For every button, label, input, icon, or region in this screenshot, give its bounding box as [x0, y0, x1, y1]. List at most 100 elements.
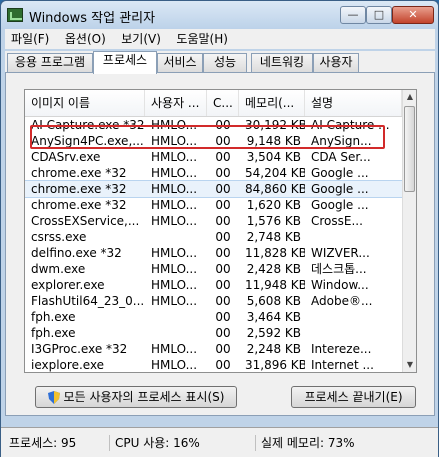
- cell-cpu: 00: [215, 214, 231, 228]
- cell-memory: 2,748 KB: [246, 230, 301, 244]
- cell-memory: 31,896 KB: [245, 358, 305, 372]
- table-row[interactable]: chrome.exe *32 HMLO... 00 84,860 KB Google .…: [25, 180, 403, 198]
- scroll-down-arrow-icon[interactable]: ▼: [403, 358, 416, 372]
- cell-cpu: 00: [215, 150, 231, 164]
- cell-memory: 54,204 KB: [245, 166, 305, 180]
- cell-user: [145, 325, 207, 341]
- cell-image-name: explorer.exe: [31, 278, 105, 292]
- cell-cpu: 00: [215, 166, 231, 180]
- table-row[interactable]: fph.exe 00 3,464 KB: [25, 309, 402, 325]
- table-row[interactable]: CDASrv.exe HMLO... 00 3,504 KB CDA Ser...: [25, 149, 402, 165]
- cell-image-name: delfino.exe *32: [31, 246, 122, 260]
- tab-processes[interactable]: 프로세스: [93, 51, 157, 74]
- column-image-name[interactable]: 이미지 이름: [25, 90, 145, 116]
- table-row[interactable]: dwm.exe HMLO... 00 2,428 KB 데스크톱...: [25, 261, 402, 277]
- cell-description: 데스크톱...: [311, 262, 367, 276]
- cell-description: [305, 229, 402, 245]
- tab-strip: 응용 프로그램 프로세스 서비스 성능 네트워킹 사용자: [5, 51, 435, 74]
- menu-file[interactable]: 파일(F): [5, 29, 55, 49]
- column-user[interactable]: 사용자 ...: [145, 90, 207, 116]
- cell-user: HMLO...: [151, 342, 198, 356]
- task-manager-window: Windows 작업 관리자 — □ ✕ 파일(F) 옵션(O) 보기(V) 도…: [0, 0, 439, 457]
- tab-users[interactable]: 사용자: [313, 53, 359, 72]
- vertical-scrollbar[interactable]: ▲ ▼: [402, 90, 416, 372]
- close-button[interactable]: ✕: [392, 6, 434, 24]
- cell-cpu: 00: [215, 246, 231, 260]
- cell-description: Adobe®...: [311, 294, 373, 308]
- tab-services[interactable]: 서비스: [157, 53, 203, 72]
- cell-user: [145, 309, 207, 325]
- column-memory[interactable]: 메모리(...: [239, 90, 305, 116]
- cell-cpu: 00: [215, 278, 231, 292]
- cell-image-name: fph.exe: [31, 326, 76, 340]
- table-row[interactable]: FlashUtil64_23_0... HMLO... 00 5,608 KB Adob…: [25, 293, 402, 309]
- cell-image-name: dwm.exe: [31, 262, 86, 276]
- cell-memory: 2,248 KB: [246, 342, 301, 356]
- table-row[interactable]: csrss.exe 00 2,748 KB: [25, 229, 402, 245]
- red-highlight-box: [30, 125, 385, 149]
- status-process-count: 프로세스: 95: [5, 435, 110, 451]
- end-process-button[interactable]: 프로세스 끝내기(E): [291, 386, 416, 408]
- cell-image-name: chrome.exe *32: [31, 198, 127, 212]
- table-row[interactable]: delfino.exe *32 HMLO... 00 11,828 KB WIZVER.…: [25, 245, 402, 261]
- cell-user: HMLO...: [151, 246, 198, 260]
- cell-memory: 11,948 KB: [245, 278, 305, 292]
- cell-description: [305, 309, 402, 325]
- show-all-users-processes-button[interactable]: 모든 사용자의 프로세스 표시(S): [35, 386, 237, 408]
- column-cpu[interactable]: C...: [207, 90, 239, 116]
- cell-user: HMLO...: [151, 278, 198, 292]
- table-row[interactable]: fph.exe 00 2,592 KB: [25, 325, 402, 341]
- scroll-up-arrow-icon[interactable]: ▲: [403, 90, 416, 104]
- cell-cpu: 00: [215, 198, 231, 212]
- cell-memory: 11,828 KB: [245, 246, 305, 260]
- cell-user: HMLO...: [151, 358, 198, 372]
- table-row[interactable]: chrome.exe *32 HMLO... 00 54,204 KB Google .…: [25, 165, 402, 181]
- cell-memory: 2,428 KB: [246, 262, 301, 276]
- table-row[interactable]: I3GProc.exe *32 HMLO... 00 2,248 KB Intereze…: [25, 341, 402, 357]
- cell-image-name: chrome.exe *32: [31, 166, 127, 180]
- cell-cpu: 00: [215, 182, 231, 196]
- cell-description: Intereze...: [311, 342, 372, 356]
- cell-image-name: CrossEXService,...: [31, 214, 140, 228]
- window-title: Windows 작업 관리자: [29, 11, 156, 26]
- cell-memory: 84,860 KB: [245, 182, 305, 196]
- minimize-button[interactable]: —: [340, 6, 366, 24]
- cell-description: WIZVER...: [311, 246, 370, 260]
- cell-description: CDA Ser...: [311, 150, 371, 164]
- table-row[interactable]: chrome.exe *32 HMLO... 00 1,620 KB Google ..…: [25, 197, 402, 213]
- cell-cpu: 00: [215, 294, 231, 308]
- tab-networking[interactable]: 네트워킹: [251, 53, 313, 72]
- cell-description: [305, 325, 402, 341]
- menu-view[interactable]: 보기(V): [115, 29, 167, 49]
- scroll-thumb[interactable]: [404, 106, 415, 192]
- tab-applications[interactable]: 응용 프로그램: [7, 53, 93, 72]
- cell-user: [145, 229, 207, 245]
- cell-user: HMLO...: [151, 214, 198, 228]
- cell-description: Internet ...: [311, 358, 374, 372]
- cell-user: HMLO...: [151, 198, 198, 212]
- menu-options[interactable]: 옵션(O): [59, 29, 112, 49]
- cell-description: CrossE...: [311, 214, 363, 228]
- process-rows: AI Capture.exe *32 HMLO... 00 30,192 KB AI C…: [25, 117, 403, 372]
- tab-performance[interactable]: 성능: [203, 53, 247, 72]
- cell-cpu: 00: [215, 262, 231, 276]
- maximize-button[interactable]: □: [366, 6, 392, 24]
- cell-cpu: 00: [215, 310, 231, 324]
- column-description[interactable]: 설명: [305, 90, 402, 116]
- cell-image-name: iexplore.exe: [31, 358, 105, 372]
- cell-image-name: csrss.exe: [31, 230, 87, 244]
- title-bar[interactable]: Windows 작업 관리자 — □ ✕: [1, 1, 438, 29]
- table-row[interactable]: iexplore.exe HMLO... 00 31,896 KB Internet .…: [25, 357, 402, 372]
- cell-user: HMLO...: [151, 150, 198, 164]
- menu-help[interactable]: 도움말(H): [170, 29, 234, 49]
- table-row[interactable]: explorer.exe HMLO... 00 11,948 KB Window...: [25, 277, 402, 293]
- cell-user: HMLO...: [151, 262, 198, 276]
- cell-image-name: CDASrv.exe: [31, 150, 101, 164]
- cell-user: HMLO...: [151, 294, 198, 308]
- cell-user: HMLO...: [151, 182, 198, 196]
- cell-description: Google ...: [311, 166, 369, 180]
- cell-user: HMLO...: [151, 166, 198, 180]
- table-row[interactable]: CrossEXService,... HMLO... 00 1,576 KB Cross…: [25, 213, 402, 229]
- cell-cpu: 00: [215, 326, 231, 340]
- cell-image-name: fph.exe: [31, 310, 76, 324]
